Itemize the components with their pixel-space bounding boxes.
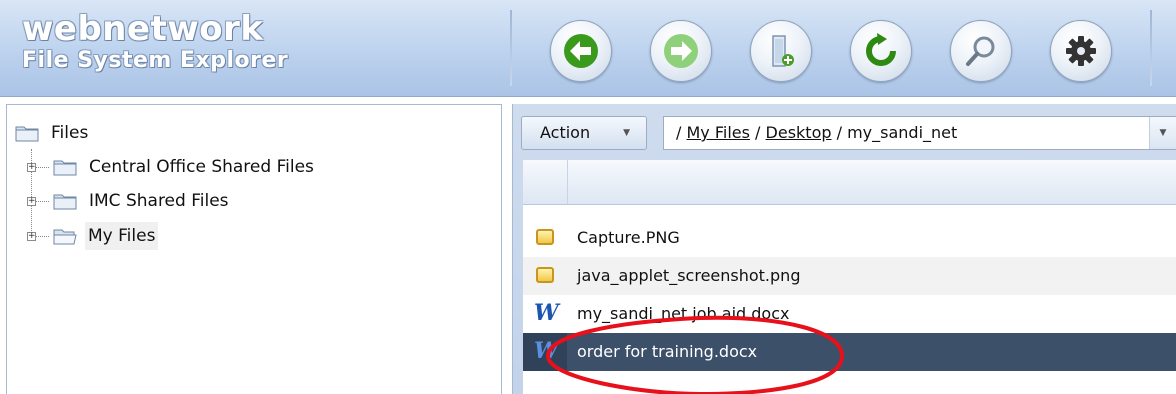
back-button[interactable] xyxy=(550,20,612,82)
tree-item-label: My Files xyxy=(85,222,159,250)
file-list-panel: Action ▼ / My Files / Desktop / my_sandi… xyxy=(512,104,1176,394)
file-row[interactable]: Capture.PNG xyxy=(523,219,1176,257)
file-name: java_applet_screenshot.png xyxy=(577,266,801,285)
folder-icon xyxy=(53,194,77,210)
folder-icon xyxy=(15,126,39,142)
tree-item-label: IMC Shared Files xyxy=(89,191,229,211)
file-grid: Capture.PNG java_applet_screenshot.png W… xyxy=(523,160,1176,394)
breadcrumb-desktop[interactable]: Desktop xyxy=(766,123,832,142)
expand-icon[interactable]: + xyxy=(27,232,36,241)
tree-root-label: Files xyxy=(51,123,89,143)
word-doc-icon: W xyxy=(534,300,559,326)
add-document-button[interactable] xyxy=(750,20,812,82)
brand-name: webnetwork xyxy=(22,9,264,49)
gear-icon xyxy=(1066,36,1096,66)
expand-icon[interactable]: + xyxy=(27,197,36,206)
image-file-icon xyxy=(523,219,567,257)
forward-button[interactable] xyxy=(650,20,712,82)
tree-root-files[interactable]: Files xyxy=(15,119,215,147)
header-divider xyxy=(510,10,512,86)
tree-item-central-office[interactable]: + Central Office Shared Files xyxy=(27,153,467,181)
document-add-icon xyxy=(772,35,794,67)
tree-item-my-files[interactable]: + My Files xyxy=(27,222,467,250)
file-row[interactable]: java_applet_screenshot.png xyxy=(523,257,1176,295)
path-separator: / xyxy=(836,123,842,142)
icon-column-header[interactable] xyxy=(523,160,568,204)
toolbar-divider xyxy=(1150,10,1152,86)
path-separator: / xyxy=(676,123,682,142)
chevron-down-icon[interactable]: ▼ xyxy=(1149,117,1176,149)
tree-item-imc[interactable]: + IMC Shared Files xyxy=(27,187,467,215)
brand-subtitle: File System Explorer xyxy=(22,48,289,73)
expand-icon[interactable]: + xyxy=(27,163,36,172)
path-breadcrumb[interactable]: / My Files / Desktop / my_sandi_net ▼ xyxy=(663,116,1176,150)
tree-item-label: Central Office Shared Files xyxy=(89,157,314,177)
file-name: my_sandi_net job aid.docx xyxy=(577,304,790,323)
word-doc-icon: W xyxy=(523,333,567,371)
action-label: Action xyxy=(540,123,591,142)
refresh-button[interactable] xyxy=(850,20,912,82)
file-row-selected[interactable]: W order for training.docx xyxy=(523,333,1176,371)
magnifier-icon xyxy=(966,36,995,66)
folder-tree-panel: Files + Central Office Shared Files + IM… xyxy=(6,104,502,394)
grid-header xyxy=(523,160,1176,205)
settings-button[interactable] xyxy=(1050,20,1112,82)
file-row[interactable]: W my_sandi_net job aid.docx xyxy=(523,295,1176,333)
image-file-icon xyxy=(523,257,567,295)
file-name: order for training.docx xyxy=(577,342,758,361)
action-menu-button[interactable]: Action ▼ xyxy=(521,116,647,150)
path-separator: / xyxy=(755,123,761,142)
search-button[interactable] xyxy=(950,20,1012,82)
app-header: webnetwork File System Explorer xyxy=(0,0,1176,97)
refresh-icon xyxy=(866,33,896,66)
file-name: Capture.PNG xyxy=(577,228,680,247)
arrow-right-icon xyxy=(664,34,698,68)
open-folder-icon xyxy=(53,229,77,245)
folder-icon xyxy=(53,160,77,176)
breadcrumb-my-files[interactable]: My Files xyxy=(686,123,749,142)
chevron-down-icon: ▼ xyxy=(623,128,630,138)
breadcrumb-current: my_sandi_net xyxy=(847,123,958,142)
brand-logo: webnetwork File System Explorer xyxy=(22,12,288,74)
arrow-left-icon xyxy=(564,34,598,68)
